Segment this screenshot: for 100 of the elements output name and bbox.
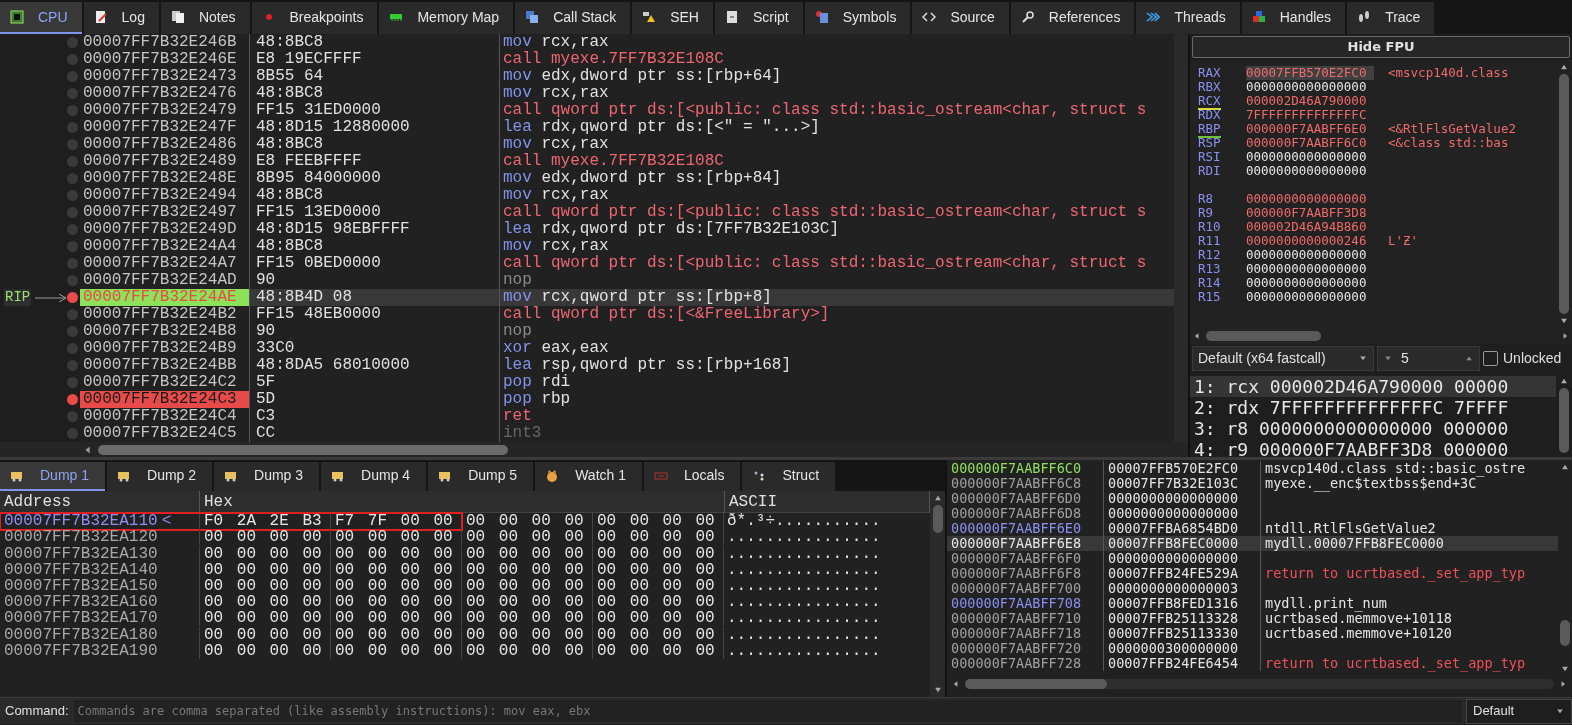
hex-cell: 00 00 00 00 <box>200 561 331 578</box>
tab[interactable]: Memory Map <box>379 2 514 34</box>
register-value[interactable]: 0000000000000000 <box>1246 248 1374 262</box>
unlocked-checkbox[interactable] <box>1483 350 1498 366</box>
register-value[interactable]: 0000000000000000 <box>1246 80 1374 94</box>
address-cell: 00007FF7B32E2497 <box>80 204 250 221</box>
tab[interactable]: Dump 2 <box>107 462 213 491</box>
tab[interactable]: Symbols <box>804 2 911 34</box>
horizontal-scrollbar[interactable] <box>965 679 1107 689</box>
tab[interactable]: Threads <box>1136 2 1240 34</box>
register-value[interactable]: 000002D46A94B860 <box>1246 220 1374 234</box>
instruction-cell-text: mov edx,dword ptr ss:[rbp+64] <box>502 68 782 85</box>
calling-convention-dropdown[interactable]: Default (x64 fastcall) <box>1192 345 1374 371</box>
bytes-cell: 8B55 64 <box>250 68 500 85</box>
hex-cell: 00 00 00 00 <box>593 513 724 530</box>
register-name: R13 <box>1198 262 1222 276</box>
register-name: RSP <box>1198 136 1222 150</box>
tab[interactable]: Dump 5 <box>428 462 534 491</box>
notepad-icon <box>93 10 108 24</box>
address-cell: 00007FF7B32E24C4 <box>80 408 250 425</box>
tab[interactable]: Trace <box>1347 2 1435 34</box>
hex-cell: F7 7F 00 00 <box>331 513 462 530</box>
register-value[interactable]: 0000000000000000 <box>1246 192 1374 206</box>
register-value[interactable]: 0000000000000000 <box>1246 262 1374 276</box>
address-cell: 00007FF7B32E24B9 <box>80 340 250 357</box>
instruction-cell-text: pop rbp <box>502 391 571 408</box>
vertical-scrollbar[interactable] <box>1559 74 1569 314</box>
hex-cell: 00 00 00 00 <box>462 529 593 546</box>
value-cell: 0000000000000000 <box>1104 506 1261 521</box>
argument-row[interactable]: 3: r8 0000000000000000 000000 <box>1190 418 1556 439</box>
vertical-scrollbar[interactable] <box>932 505 943 533</box>
horizontal-scrollbar[interactable] <box>1206 331 1321 341</box>
argument-row[interactable]: 2: rdx 7FFFFFFFFFFFFFFC 7FFFF <box>1190 397 1556 418</box>
register-value[interactable]: 0000000000000000 <box>1246 276 1374 290</box>
register-name: R9 <box>1198 206 1215 220</box>
address-cell: 00007FF7B32EA160 <box>4 594 158 611</box>
column-header[interactable]: Hex <box>200 490 725 513</box>
hex-cell: 00 00 00 00 <box>200 642 331 659</box>
argument-count-spinbox[interactable]: 5 <box>1377 345 1480 371</box>
tab[interactable]: Struct <box>742 462 836 491</box>
hex-cell: 00 00 00 00 <box>200 626 331 643</box>
tab[interactable]: Log <box>83 2 159 34</box>
tab[interactable]: Breakpoints <box>251 2 378 34</box>
register-name: R12 <box>1198 248 1222 262</box>
tab[interactable]: Dump 3 <box>214 462 320 491</box>
address-cell: 000000F7AABFF6E8 <box>947 536 1104 551</box>
register-comment: <&RtlFlsGetValue2 <box>1388 122 1516 136</box>
bytes-cell: 48:8BC8 <box>250 187 500 204</box>
register-value[interactable]: 0000000000000000 <box>1246 290 1374 304</box>
command-input[interactable]: Commands are comma separated (like assembly instructions): mov eax, ebx <box>73 700 1462 722</box>
instruction-cell-text: nop <box>502 272 532 289</box>
address-cell: 000000F7AABFF720 <box>947 641 1104 656</box>
tab[interactable]: Dump 1 <box>0 462 106 491</box>
tab[interactable]: CPU <box>0 2 82 34</box>
tab[interactable]: Handles <box>1241 2 1346 34</box>
comment-cell-text: ucrtbased.memmove+10120 <box>1264 626 1452 641</box>
value-cell: 00007FFB8FEC0000 <box>1104 536 1261 551</box>
vertical-scrollbar[interactable] <box>1560 620 1570 646</box>
instruction-cell-text: nop <box>502 323 532 340</box>
register-value[interactable]: 000000F7AABFF6C0 <box>1246 136 1374 150</box>
register-value[interactable]: 0000000000000246 <box>1246 234 1374 248</box>
hex-cell: 00 00 00 00 <box>593 626 724 643</box>
cat-face-icon <box>545 468 560 483</box>
address-cell: 00007FF7B32EA180 <box>4 626 158 643</box>
command-label: Command: <box>4 702 70 721</box>
tab[interactable]: Call Stack <box>515 2 631 34</box>
comment-cell-text: msvcp140d.class std::basic_ostre <box>1264 461 1526 476</box>
bytes-cell: 48:8B4D 08 <box>250 289 500 306</box>
argument-row[interactable]: 4: r9 000000F7AABFF3D8 000000 <box>1190 439 1556 460</box>
tab[interactable]: Script <box>714 2 803 34</box>
hex-cell: 00 00 00 00 <box>331 561 462 578</box>
footprints-icon <box>1357 10 1372 24</box>
register-value[interactable]: 0000000000000000 <box>1246 150 1374 164</box>
tab[interactable]: Source <box>912 2 1009 34</box>
tab[interactable]: Watch 1 <box>535 462 642 491</box>
tab[interactable]: Locals <box>644 462 741 491</box>
command-mode-dropdown[interactable]: Default <box>1466 698 1572 724</box>
tab[interactable]: References <box>1010 2 1135 34</box>
tab[interactable]: Dump 4 <box>321 462 427 491</box>
hex-cell: 00 00 00 00 <box>593 561 724 578</box>
register-value[interactable]: 000000F7AABFF6E0 <box>1246 122 1374 136</box>
bytes-cell: E8 19ECFFFF <box>250 51 500 68</box>
argument-row[interactable]: 1: rcx 000002D46A790000 00000 <box>1190 376 1556 397</box>
register-value[interactable]: 7FFFFFFFFFFFFFFC <box>1246 108 1374 122</box>
address-cell: 00007FF7B32E246E <box>80 51 250 68</box>
vertical-scrollbar[interactable] <box>1559 388 1569 453</box>
tab[interactable]: SEH <box>632 2 713 34</box>
register-value[interactable]: 000002D46A790000 <box>1246 94 1374 108</box>
hide-fpu-button[interactable]: Hide FPU <box>1192 36 1570 58</box>
instruction-cell-text: ret <box>502 408 532 425</box>
register-name: RCX <box>1198 93 1221 110</box>
register-value[interactable]: 0000000000000000 <box>1246 164 1374 178</box>
tab[interactable]: Notes <box>160 2 250 34</box>
vertical-scrollbar[interactable] <box>1174 34 1188 442</box>
address-cell: 00007FF7B32EA120 <box>4 529 158 546</box>
address-cell: 00007FF7B32EA150 <box>4 577 158 594</box>
horizontal-scrollbar[interactable] <box>98 444 508 455</box>
register-value[interactable]: 000000F7AABFF3D8 <box>1246 206 1374 220</box>
address-cell: 000000F7AABFF700 <box>947 581 1104 596</box>
column-header[interactable]: Address <box>0 490 200 513</box>
